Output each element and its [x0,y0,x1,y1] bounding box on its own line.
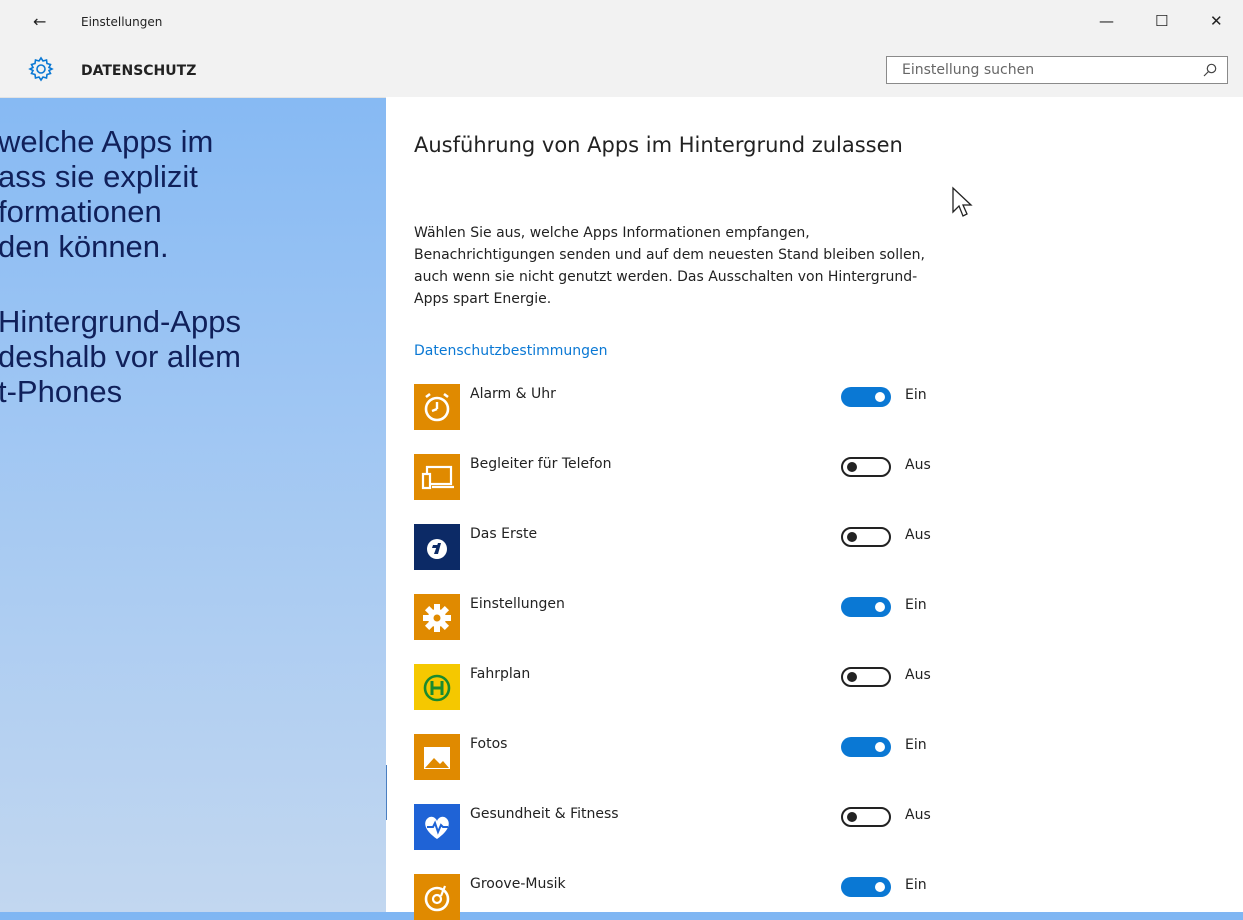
toggle-state-label: Ein [905,877,927,893]
toggle-state-label: Ein [905,737,927,753]
gear-icon [28,56,54,82]
app-name: Alarm & Uhr [470,386,556,402]
section-heading: Ausführung von Apps im Hintergrund zulas… [414,133,903,157]
back-button[interactable]: ← [33,12,46,31]
slide-line: welche Apps im [0,124,214,159]
background-toggle[interactable] [841,877,891,897]
section-description: Wählen Sie aus, welche Apps Informatione… [414,225,925,307]
slide-line: den können. [0,229,169,264]
background-toggle[interactable] [841,387,891,407]
toggle-state-label: Aus [905,527,931,543]
slide-line: Hintergrund-Apps [0,304,241,339]
background-toggle[interactable] [841,527,891,547]
bus-stop-icon [414,664,460,710]
gear-icon [414,594,460,640]
search-input[interactable] [900,57,1204,83]
background-slide-text: welche Apps im ass sie explizit formatio… [0,124,382,439]
page-header: DATENSCHUTZ [0,46,1243,98]
app-row-groove-music: Groove-Musik Ein [414,874,1114,920]
page-title: DATENSCHUTZ [81,63,197,79]
app-name: Fotos [470,736,508,752]
app-name: Groove-Musik [470,876,566,892]
window-titlebar: ← Einstellungen — ☐ ✕ [0,0,1243,46]
background-toggle[interactable] [841,737,891,757]
alarm-clock-icon [414,384,460,430]
scroll-indicator [386,765,387,820]
heart-pulse-icon [414,804,460,850]
privacy-policy-link[interactable]: Datenschutzbestimmungen [414,343,607,359]
settings-panel: Ausführung von Apps im Hintergrund zulas… [386,97,1243,920]
app-row-alarm: Alarm & Uhr Ein [414,384,1114,430]
app-name: Gesundheit & Fitness [470,806,619,822]
toggle-state-label: Ein [905,387,927,403]
app-name: Begleiter für Telefon [470,456,612,472]
slide-line: t-Phones [0,374,123,409]
maximize-button[interactable]: ☐ [1155,12,1168,30]
app-name: Das Erste [470,526,538,542]
app-row-fahrplan: Fahrplan Aus [414,664,1114,710]
slide-line: deshalb vor allem [0,339,241,374]
app-row-fotos: Fotos Ein [414,734,1114,780]
app-name: Einstellungen [470,596,565,612]
background-toggle[interactable] [841,597,891,617]
mouse-cursor-icon [952,186,973,217]
slide-line: formationen [0,194,162,229]
das-erste-icon [414,524,460,570]
photos-icon [414,734,460,780]
close-button[interactable]: ✕ [1210,12,1223,30]
app-row-health-fitness: Gesundheit & Fitness Aus [414,804,1114,850]
app-row-einstellungen: Einstellungen Ein [414,594,1114,640]
toggle-state-label: Aus [905,667,931,683]
app-name: Fahrplan [470,666,531,682]
app-row-phone-companion: Begleiter für Telefon Aus [414,454,1114,500]
slide-line: ass sie explizit [0,159,198,194]
window-title: Einstellungen [81,15,163,29]
background-toggle[interactable] [841,807,891,827]
toggle-state-label: Aus [905,807,931,823]
groove-music-icon [414,874,460,920]
app-row-das-erste: Das Erste Aus [414,524,1114,570]
background-toggle[interactable] [841,667,891,687]
search-icon[interactable] [1203,63,1217,77]
phone-companion-icon [414,454,460,500]
toggle-state-label: Ein [905,597,927,613]
minimize-button[interactable]: — [1099,12,1114,30]
search-box[interactable] [886,56,1228,84]
background-toggle[interactable] [841,457,891,477]
toggle-state-label: Aus [905,457,931,473]
